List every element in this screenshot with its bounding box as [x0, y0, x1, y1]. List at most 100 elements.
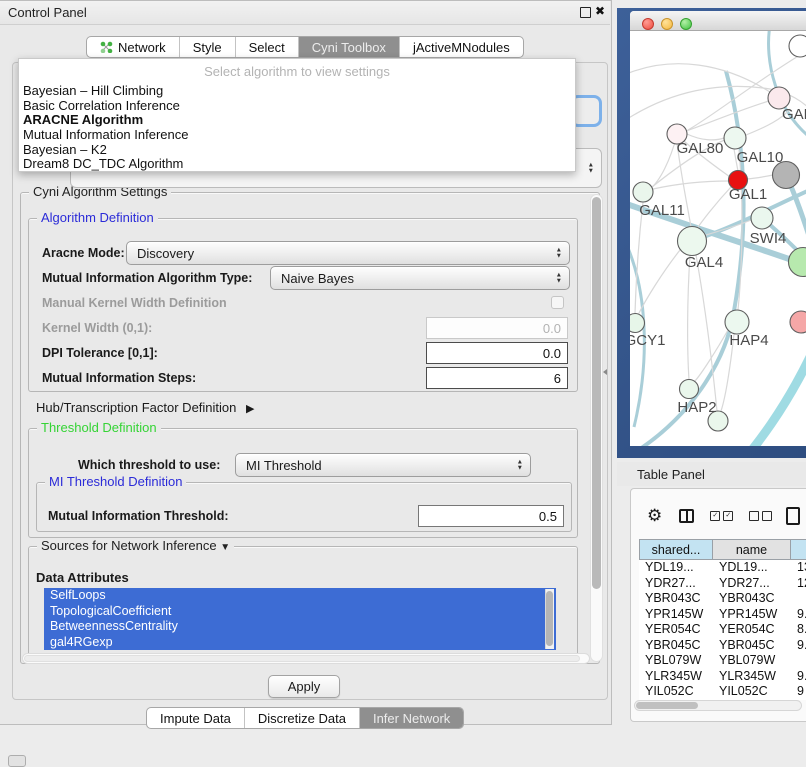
- sources-title: Sources for Network Inference ▼: [37, 538, 234, 553]
- table-row[interactable]: YBL079WYBL079W: [639, 653, 806, 669]
- tab-discretize-data[interactable]: Discretize Data: [244, 708, 359, 728]
- expander-right-icon: ▶: [246, 403, 254, 415]
- which-threshold-value: MI Threshold: [246, 458, 322, 473]
- attribute-item[interactable]: TopologicalCoefficient: [44, 604, 556, 620]
- table-row[interactable]: YER054CYER054C8.: [639, 622, 806, 638]
- mi-threshold-field[interactable]: 0.5: [418, 505, 564, 527]
- tab-network[interactable]: Network: [87, 37, 179, 57]
- unchecked-boxes-icon[interactable]: [749, 511, 772, 521]
- kernel-width-field[interactable]: 0.0: [426, 317, 568, 339]
- algorithm-option[interactable]: Bayesian – Hill Climbing: [19, 84, 575, 99]
- mi-steps-field[interactable]: 6: [426, 367, 568, 389]
- table-row[interactable]: YDL19...YDL19...13: [639, 560, 806, 576]
- float-panel-icon[interactable]: [580, 7, 591, 18]
- network-edge[interactable]: [688, 255, 690, 380]
- table-cell: YER054C: [639, 622, 713, 638]
- minimized-panel-icon[interactable]: [8, 755, 26, 767]
- tab-label: jActiveMNodules: [413, 40, 510, 55]
- document-icon[interactable]: [786, 507, 800, 525]
- node-table[interactable]: shared...nameYDL19...YDL19...13YDR27...Y…: [639, 539, 806, 700]
- expander-down-icon[interactable]: ▼: [220, 542, 230, 553]
- mi-type-combobox[interactable]: Naive Bayes ▲▼: [270, 266, 570, 290]
- tab-infer-network[interactable]: Infer Network: [359, 708, 463, 728]
- node-GCY1[interactable]: [630, 314, 645, 333]
- data-attributes-label: Data Attributes: [36, 570, 129, 585]
- network-edge[interactable]: [653, 181, 729, 189]
- data-attributes-list[interactable]: SelfLoopsTopologicalCoefficientBetweenne…: [44, 588, 556, 650]
- panel-collapse-arrow[interactable]: [603, 369, 607, 375]
- gear-icon[interactable]: ⚙: [647, 506, 662, 526]
- tab-style[interactable]: Style: [179, 37, 235, 57]
- minimize-traffic-light-icon[interactable]: [661, 18, 673, 30]
- table-cell: YLR345W: [639, 669, 713, 685]
- attribute-item[interactable]: BetweennessCentrality: [44, 619, 556, 635]
- node-SWI4[interactable]: [751, 207, 773, 229]
- node-label-GAL10: GAL10: [737, 149, 784, 166]
- table-row[interactable]: YDR27...YDR27...12: [639, 576, 806, 592]
- zoom-traffic-light-icon[interactable]: [680, 18, 692, 30]
- tab-label: Select: [249, 40, 285, 55]
- table-cell: YBR045C: [639, 638, 713, 654]
- network-view-window[interactable]: GAL8GAL80GAL10GAL1GAL11SWI4GAL4GCY1HAP4Y…: [630, 11, 806, 446]
- attribute-item[interactable]: SelfLoops: [44, 588, 556, 604]
- close-icon[interactable]: ✖: [595, 4, 605, 18]
- table-header-row: shared...name: [639, 539, 806, 560]
- hub-definition-expander[interactable]: Hub/Transcription Factor Definition ▶: [36, 400, 254, 415]
- node-GAL10[interactable]: [724, 127, 746, 149]
- which-threshold-combobox[interactable]: MI Threshold ▲▼: [235, 453, 531, 477]
- column-header-hidden[interactable]: [791, 539, 806, 560]
- attributes-scrollbar-thumb[interactable]: [546, 591, 553, 646]
- dpi-tolerance-field[interactable]: 0.0: [426, 342, 568, 364]
- table-cell: YDR27...: [713, 576, 791, 592]
- network-edge[interactable]: [747, 175, 773, 179]
- algorithm-option[interactable]: Bayesian – K2: [19, 143, 575, 158]
- algorithm-option[interactable]: Basic Correlation Inference: [19, 99, 575, 114]
- node-HAP4[interactable]: [725, 310, 749, 334]
- table-horizontal-thumb[interactable]: [636, 702, 698, 709]
- stepper-icon: ▲▼: [556, 273, 562, 284]
- network-canvas[interactable]: GAL8GAL80GAL10GAL1GAL11SWI4GAL4GCY1HAP4Y…: [630, 31, 806, 446]
- tab-jactivemnodules[interactable]: jActiveMNodules: [399, 37, 523, 57]
- tab-cyni-toolbox[interactable]: Cyni Toolbox: [298, 37, 399, 57]
- network-edge[interactable]: [696, 187, 731, 230]
- apply-button[interactable]: Apply: [268, 675, 340, 698]
- settings-horizontal-thumb[interactable]: [24, 655, 580, 662]
- columns-icon[interactable]: [679, 509, 694, 523]
- node-top[interactable]: [789, 35, 806, 57]
- node-bright-green[interactable]: [789, 248, 806, 277]
- settings-vertical-thumb[interactable]: [592, 197, 601, 589]
- tab-select[interactable]: Select: [235, 37, 298, 57]
- table-row[interactable]: YBR045CYBR045C9.: [639, 638, 806, 654]
- aracne-mode-combobox[interactable]: Discovery ▲▼: [126, 241, 570, 265]
- table-row[interactable]: YPR145WYPR145W9.: [639, 607, 806, 623]
- checked-boxes-icon[interactable]: ✓✓: [710, 511, 733, 521]
- aracne-mode-value: Discovery: [137, 246, 194, 261]
- node-GAL11[interactable]: [633, 182, 653, 202]
- node-label-GAL8: GAL8: [782, 106, 806, 123]
- algorithm-option[interactable]: Dream8 DC_TDC Algorithm: [19, 157, 575, 172]
- algorithm-definition-title: Algorithm Definition: [37, 210, 158, 225]
- network-edge[interactable]: [638, 250, 680, 315]
- table-row[interactable]: YIL052CYIL052C9: [639, 684, 806, 700]
- network-edge[interactable]: [696, 255, 717, 411]
- algorithm-option[interactable]: ARACNE Algorithm: [19, 113, 575, 128]
- node-pink-right[interactable]: [790, 311, 806, 333]
- table-row[interactable]: YBR043CYBR043C: [639, 591, 806, 607]
- column-header-name[interactable]: name: [713, 539, 791, 560]
- network-window-titlebar[interactable]: [630, 11, 806, 31]
- network-edge[interactable]: [726, 353, 806, 446]
- table-cell: 9.: [791, 607, 806, 623]
- table-cell: YBR045C: [713, 638, 791, 654]
- algorithm-option[interactable]: Mutual Information Inference: [19, 128, 575, 143]
- table-row[interactable]: YLR345WYLR345W9.: [639, 669, 806, 685]
- manual-kernel-checkbox[interactable]: [551, 296, 564, 309]
- table-cell: [791, 653, 806, 669]
- node-GAL4[interactable]: [678, 227, 707, 256]
- column-header-shared...[interactable]: shared...: [639, 539, 713, 560]
- tab-impute-data[interactable]: Impute Data: [147, 708, 244, 728]
- close-traffic-light-icon[interactable]: [642, 18, 654, 30]
- network-edge[interactable]: [630, 64, 779, 98]
- node-HAP2[interactable]: [680, 380, 699, 399]
- attribute-item[interactable]: gal4RGexp: [44, 635, 556, 651]
- tab-label: Style: [193, 40, 222, 55]
